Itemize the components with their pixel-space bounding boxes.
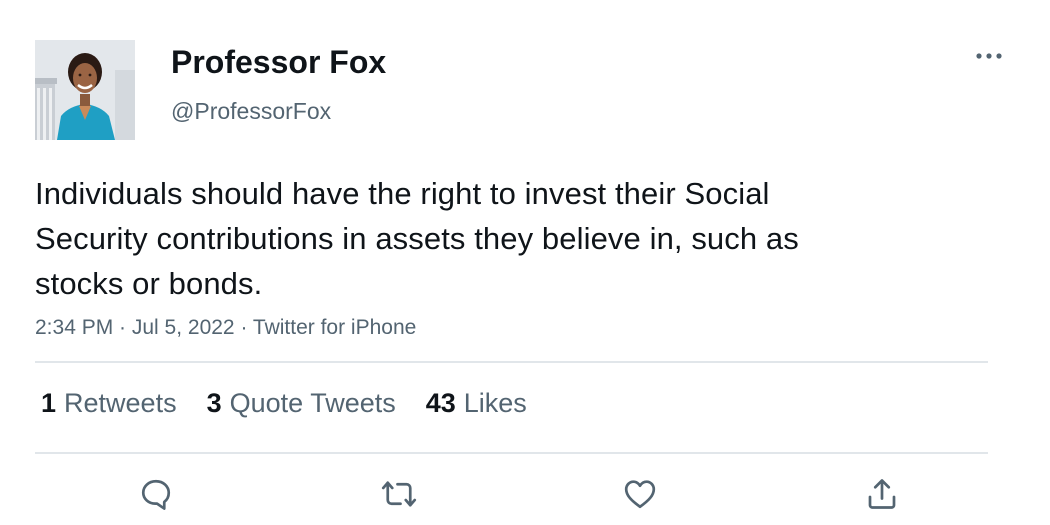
quote-tweets-stat[interactable]: 3 Quote Tweets — [207, 388, 396, 419]
user-handle[interactable]: @ProfessorFox — [171, 98, 331, 125]
share-button[interactable] — [862, 474, 902, 514]
reply-button[interactable] — [136, 474, 176, 514]
tweet-text: Individuals should have the right to inv… — [35, 176, 799, 301]
engagement-stats: 1 Retweets 3 Quote Tweets 43 Likes — [41, 388, 557, 419]
likes-count: 43 — [425, 388, 456, 418]
more-options-button[interactable] — [972, 44, 1006, 68]
like-button[interactable] — [620, 474, 660, 514]
profile-photo-icon — [35, 40, 135, 140]
quotes-label: Quote Tweets — [229, 388, 396, 418]
more-icon — [976, 53, 1002, 59]
like-icon — [624, 480, 656, 509]
quotes-count: 3 — [206, 388, 222, 418]
likes-label: Likes — [463, 388, 527, 418]
display-name[interactable]: Professor Fox — [171, 44, 386, 81]
avatar[interactable] — [35, 40, 135, 140]
divider — [35, 361, 988, 363]
retweet-icon — [381, 481, 417, 507]
likes-stat[interactable]: 43 Likes — [426, 388, 527, 419]
reply-icon — [141, 479, 171, 510]
retweets-label: Retweets — [64, 388, 177, 418]
tweet-metadata[interactable]: 2:34 PM · Jul 5, 2022 · Twitter for iPho… — [35, 316, 416, 340]
divider — [35, 452, 988, 454]
tweet-detail: Professor Fox @ProfessorFox Individuals … — [0, 0, 1050, 525]
share-icon — [868, 479, 896, 509]
retweet-button[interactable] — [379, 474, 419, 514]
retweets-count: 1 — [41, 388, 57, 418]
retweets-stat[interactable]: 1 Retweets — [41, 388, 177, 419]
